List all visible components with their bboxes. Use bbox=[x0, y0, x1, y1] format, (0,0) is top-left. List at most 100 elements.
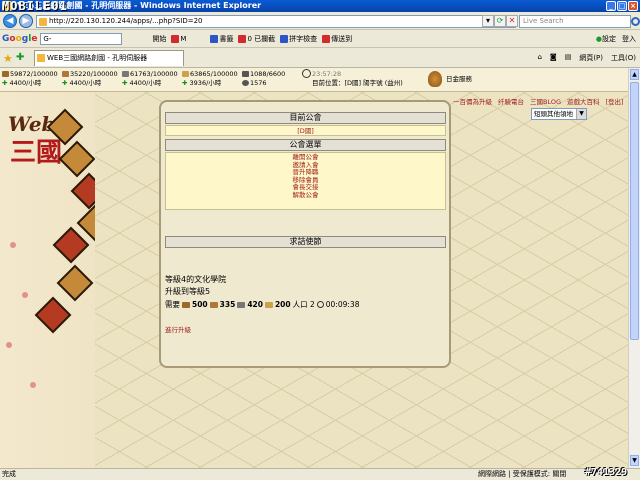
current-guild-value[interactable]: [D國] bbox=[165, 125, 446, 136]
dropdown-icon[interactable]: ▾ bbox=[482, 15, 494, 27]
nav-guild-icon[interactable] bbox=[34, 296, 72, 334]
sidebar: Web 三國 bbox=[0, 92, 95, 468]
maximize-button[interactable]: □ bbox=[617, 1, 627, 11]
grain-icon bbox=[182, 71, 189, 77]
vertical-scrollbar[interactable]: ▲ ▼ bbox=[628, 68, 640, 468]
upgrade-target: 升級到等級5 bbox=[165, 287, 211, 296]
spellcheck-icon bbox=[280, 35, 289, 43]
building-name: 等級4的文化學院 bbox=[165, 275, 227, 284]
tab-label: WEB三國網路創國 - 孔明伺服器 bbox=[47, 54, 148, 62]
home-icon[interactable]: ⌂ bbox=[537, 53, 541, 63]
sign-in-button[interactable]: 登入 bbox=[622, 34, 636, 44]
google-toolbar: Google G- 開始 M 書籤 0 已攔截 拼字檢查 傳送到 ●設定 登入 bbox=[0, 31, 640, 48]
nav-city-icon[interactable] bbox=[58, 140, 95, 178]
nav-report-icon[interactable] bbox=[52, 226, 90, 264]
spellcheck-button[interactable]: 拼字檢查 bbox=[280, 34, 317, 44]
cost-wood: 500 bbox=[192, 300, 208, 309]
send-icon bbox=[322, 35, 331, 43]
address-url: http://220.130.120.244/apps/...php?SID=2… bbox=[49, 17, 203, 25]
link-wiki[interactable]: 遊戲大百科 bbox=[567, 96, 600, 106]
scroll-up-icon[interactable]: ▲ bbox=[630, 69, 639, 80]
clock-icon bbox=[302, 69, 311, 78]
address-input[interactable]: http://220.130.120.244/apps/...php?SID=2… bbox=[36, 15, 516, 28]
stop-icon[interactable]: ✕ bbox=[506, 15, 518, 27]
resource-rate: 3936/小時 bbox=[189, 79, 222, 87]
resource-rate: 4400/小時 bbox=[9, 79, 42, 87]
guild-panel: 目前公會 [D國] 公會選單 離開公會 邀請入會 晉升降職 移除會員 會長交接 … bbox=[159, 100, 451, 368]
guild-menu-list: 離開公會 邀請入會 晉升降職 移除會員 會長交接 解散公會 bbox=[165, 152, 446, 210]
scroll-thumb[interactable] bbox=[630, 82, 639, 340]
envoy-header: 求詰使節 bbox=[165, 236, 446, 248]
live-search-input[interactable]: Live Search bbox=[519, 15, 640, 28]
feeds-icon[interactable]: ◙ bbox=[550, 53, 557, 63]
spellcheck-label: 拼字檢查 bbox=[289, 35, 318, 43]
resource-wood: 59872/100000 ✚ 4400/小時 bbox=[2, 70, 58, 87]
scroll-down-icon[interactable]: ▼ bbox=[630, 455, 639, 466]
link-radio[interactable]: 纤驗電台 bbox=[498, 96, 524, 106]
back-icon[interactable]: ◀ bbox=[3, 14, 17, 28]
resource-iron: 61763/100000 ✚ 4400/小時 bbox=[122, 70, 178, 87]
blossom-decoration bbox=[6, 342, 12, 348]
page-menu-button[interactable]: 網頁(P) bbox=[579, 53, 603, 63]
favorites-star-icon[interactable]: ★ bbox=[3, 52, 13, 65]
resource-rate: 1576 bbox=[250, 79, 267, 87]
cost-label: 需要 bbox=[165, 300, 180, 309]
sanguo-logo-text: 三國 bbox=[10, 138, 63, 168]
live-search-placeholder: Live Search bbox=[523, 17, 564, 25]
close-button[interactable]: × bbox=[628, 1, 638, 11]
gmail-button[interactable]: M bbox=[171, 35, 186, 43]
gold-service-link[interactable]: 日金服務 bbox=[446, 75, 472, 84]
google-logo: Google bbox=[2, 34, 38, 44]
clay-icon bbox=[62, 71, 69, 77]
google-start-button[interactable]: 開始 bbox=[152, 34, 166, 44]
guild-menu-disband[interactable]: 解散公會 bbox=[166, 191, 445, 200]
search-icon[interactable] bbox=[631, 17, 640, 26]
resource-amount: 63865/100000 bbox=[190, 70, 238, 78]
current-location: 目前位置：[D國] 陽字號 (益州) bbox=[312, 79, 403, 87]
settings-button[interactable]: ●設定 bbox=[596, 34, 616, 44]
link-upgrade[interactable]: 一百價為升級 bbox=[453, 96, 492, 106]
upgrade-link[interactable]: 進行升級 bbox=[165, 324, 191, 334]
chevron-down-icon: ▼ bbox=[576, 109, 586, 119]
send-to-label: 傳送到 bbox=[331, 35, 353, 43]
cost-duration: 00:09:38 bbox=[325, 300, 360, 309]
consumption-icon bbox=[242, 80, 249, 86]
resource-amount: 35220/100000 bbox=[70, 70, 118, 78]
blossom-decoration bbox=[30, 382, 36, 388]
cost-iron: 420 bbox=[247, 300, 263, 309]
refresh-icon[interactable]: ⟳ bbox=[494, 15, 506, 27]
status-text: 完成 bbox=[2, 470, 16, 478]
bookmark-icon bbox=[210, 35, 219, 43]
nav-message-icon[interactable] bbox=[56, 264, 94, 302]
clay-icon bbox=[209, 301, 218, 308]
popup-blocker-button[interactable]: 0 已攔截 bbox=[238, 34, 275, 44]
resource-bar: 59872/100000 ✚ 4400/小時 35220/100000 ✚ 44… bbox=[0, 68, 640, 92]
region-select-value: 短頭其他領地 bbox=[534, 110, 573, 118]
resource-population: 1088/6600 1576 bbox=[242, 70, 285, 88]
google-search-input[interactable]: G- bbox=[40, 33, 123, 45]
forward-icon[interactable]: ▶ bbox=[19, 14, 33, 28]
status-bar: 完成 網際網路 | 受保護模式: 關閉 #741329 bbox=[0, 467, 640, 480]
page-icon bbox=[39, 18, 47, 26]
minimize-button[interactable]: _ bbox=[606, 1, 616, 11]
tab-active[interactable]: WEB三國網路創國 - 孔明伺服器 bbox=[34, 50, 184, 66]
image-code: #741329 bbox=[585, 467, 628, 478]
region-select[interactable]: 短頭其他領地 ▼ bbox=[531, 108, 587, 120]
bookmarks-label: 書籤 bbox=[219, 35, 234, 43]
link-logout[interactable]: [登出] bbox=[606, 96, 624, 106]
wood-icon bbox=[182, 301, 190, 308]
add-favorite-icon[interactable]: ✚ bbox=[16, 52, 24, 63]
tab-page-icon bbox=[37, 54, 45, 62]
nav-map-icon[interactable] bbox=[70, 172, 95, 210]
resource-rate: 4400/小時 bbox=[129, 79, 162, 87]
gold-bag-icon[interactable] bbox=[428, 71, 442, 87]
send-to-button[interactable]: 傳送到 bbox=[322, 34, 352, 44]
bookmarks-button[interactable]: 書籤 bbox=[210, 34, 233, 44]
wood-icon bbox=[2, 71, 9, 77]
server-time: 23:57:28 bbox=[312, 70, 342, 78]
tools-menu-button[interactable]: 工具(O) bbox=[611, 53, 636, 63]
print-icon[interactable]: ▤ bbox=[565, 53, 572, 63]
iron-icon bbox=[122, 71, 129, 77]
popup-blocker-label: 0 已攔截 bbox=[247, 35, 276, 43]
link-blog[interactable]: 三國BLOG bbox=[530, 96, 561, 106]
